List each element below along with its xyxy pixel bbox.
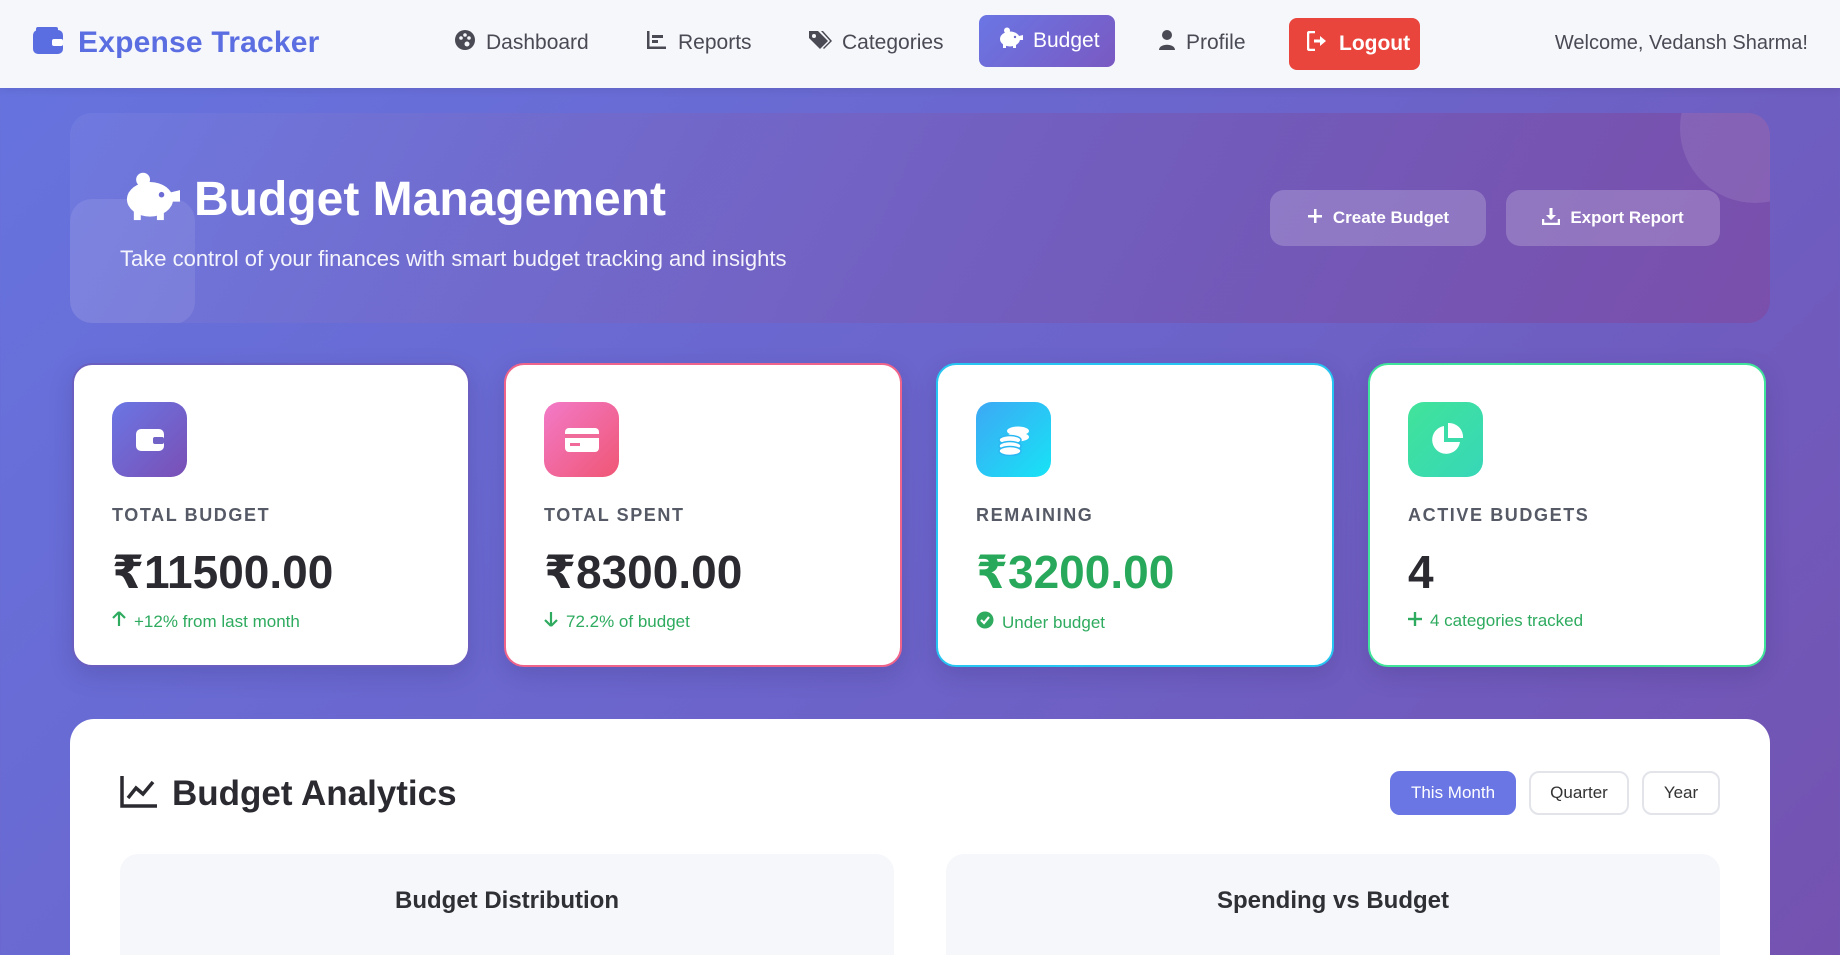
brand-name: Expense Tracker [78,26,320,59]
hero-title-row: Budget Management [120,171,666,228]
stat-note: 72.2% of budget [544,611,690,632]
top-navbar: Expense Tracker Dashboard Reports Catego… [0,0,1840,88]
stat-note-text: Under budget [1002,612,1106,632]
nav-item-budget[interactable]: Budget [979,15,1115,67]
logout-label: Logout [1339,32,1411,55]
stat-note: Under budget [976,611,1105,634]
chart-title: Spending vs Budget [1216,887,1449,914]
create-budget-label: Create Budget [1332,208,1450,227]
stat-label: REMAINING [976,505,1094,525]
sign-out-icon [1306,30,1329,57]
page-title: Budget Management [194,173,667,226]
stat-value: ₹11500.00 [112,546,334,598]
brand-logo[interactable]: Expense Tracker [32,26,320,60]
nav-item-categories[interactable]: Categories [790,16,962,70]
wallet-icon [32,26,64,60]
stat-card-remaining: REMAINING ₹3200.00 Under budget [936,363,1334,667]
create-budget-button[interactable]: Create Budget [1270,190,1486,246]
export-report-label: Export Report [1570,208,1684,227]
piggy-bank-icon [120,171,180,228]
stat-note-text: +12% from last month [134,611,300,631]
plus-icon [1408,611,1422,631]
stat-label: ACTIVE BUDGETS [1408,505,1590,525]
nav-label: Profile [1186,31,1246,54]
analytics-title: Budget Analytics [172,774,457,813]
coins-icon [976,402,1051,477]
user-icon [1158,29,1176,57]
nav-label: Reports [678,31,752,54]
stat-card-total-spent: TOTAL SPENT ₹8300.00 72.2% of budget [504,363,902,667]
page-subtitle: Take control of your finances with smart… [120,246,787,271]
plus-icon [1307,208,1323,229]
analytics-title-row: Budget Analytics [120,774,457,814]
piggy-bank-icon [997,27,1023,55]
stat-note-text: 4 categories tracked [1430,611,1584,630]
chart-bar-icon [646,30,668,56]
welcome-message: Welcome, Vedansh Sharma! [1554,32,1808,54]
nav-item-dashboard[interactable]: Dashboard [436,16,607,70]
palette-icon [454,29,476,57]
wallet-icon [112,402,187,477]
logout-button[interactable]: Logout [1289,18,1420,70]
stat-note: +12% from last month [112,611,300,632]
stat-note: 4 categories tracked [1408,611,1583,631]
download-icon [1542,207,1561,230]
nav-label: Dashboard [486,31,589,54]
stat-note-text: 72.2% of budget [566,611,690,631]
export-report-button[interactable]: Export Report [1506,190,1720,246]
period-year-button[interactable]: Year [1642,771,1720,815]
nav-item-reports[interactable]: Reports [628,16,770,70]
stat-label: TOTAL BUDGET [112,505,271,525]
stat-value: ₹3200.00 [976,546,1175,598]
nav-item-profile[interactable]: Profile [1140,16,1264,70]
chart-line-icon [120,775,158,814]
nav-label: Budget [1033,29,1100,52]
spending-vs-budget-chart: Spending vs Budget [946,854,1720,955]
chart-title: Budget Distribution [395,887,619,914]
stat-card-active-budgets: ACTIVE BUDGETS 4 4 categories tracked [1368,363,1766,667]
budget-distribution-chart: Budget Distribution [120,854,894,955]
stat-value: ₹8300.00 [544,546,743,598]
stat-value: 4 [1408,546,1434,598]
period-quarter-button[interactable]: Quarter [1529,771,1629,815]
credit-card-icon [544,402,619,477]
stat-label: TOTAL SPENT [544,505,685,525]
arrow-up-icon [112,611,126,632]
arrow-down-icon [544,611,558,632]
stat-card-total-budget: TOTAL BUDGET ₹11500.00 +12% from last mo… [72,363,470,667]
budget-analytics-panel: Budget Analytics This Month Quarter Year… [70,719,1770,955]
budget-hero-banner: Budget Management Take control of your f… [70,113,1770,323]
period-this-month-button[interactable]: This Month [1390,771,1516,815]
tags-icon [808,29,832,57]
nav-label: Categories [842,31,944,54]
check-circle-icon [976,611,994,634]
pie-chart-icon [1408,402,1483,477]
